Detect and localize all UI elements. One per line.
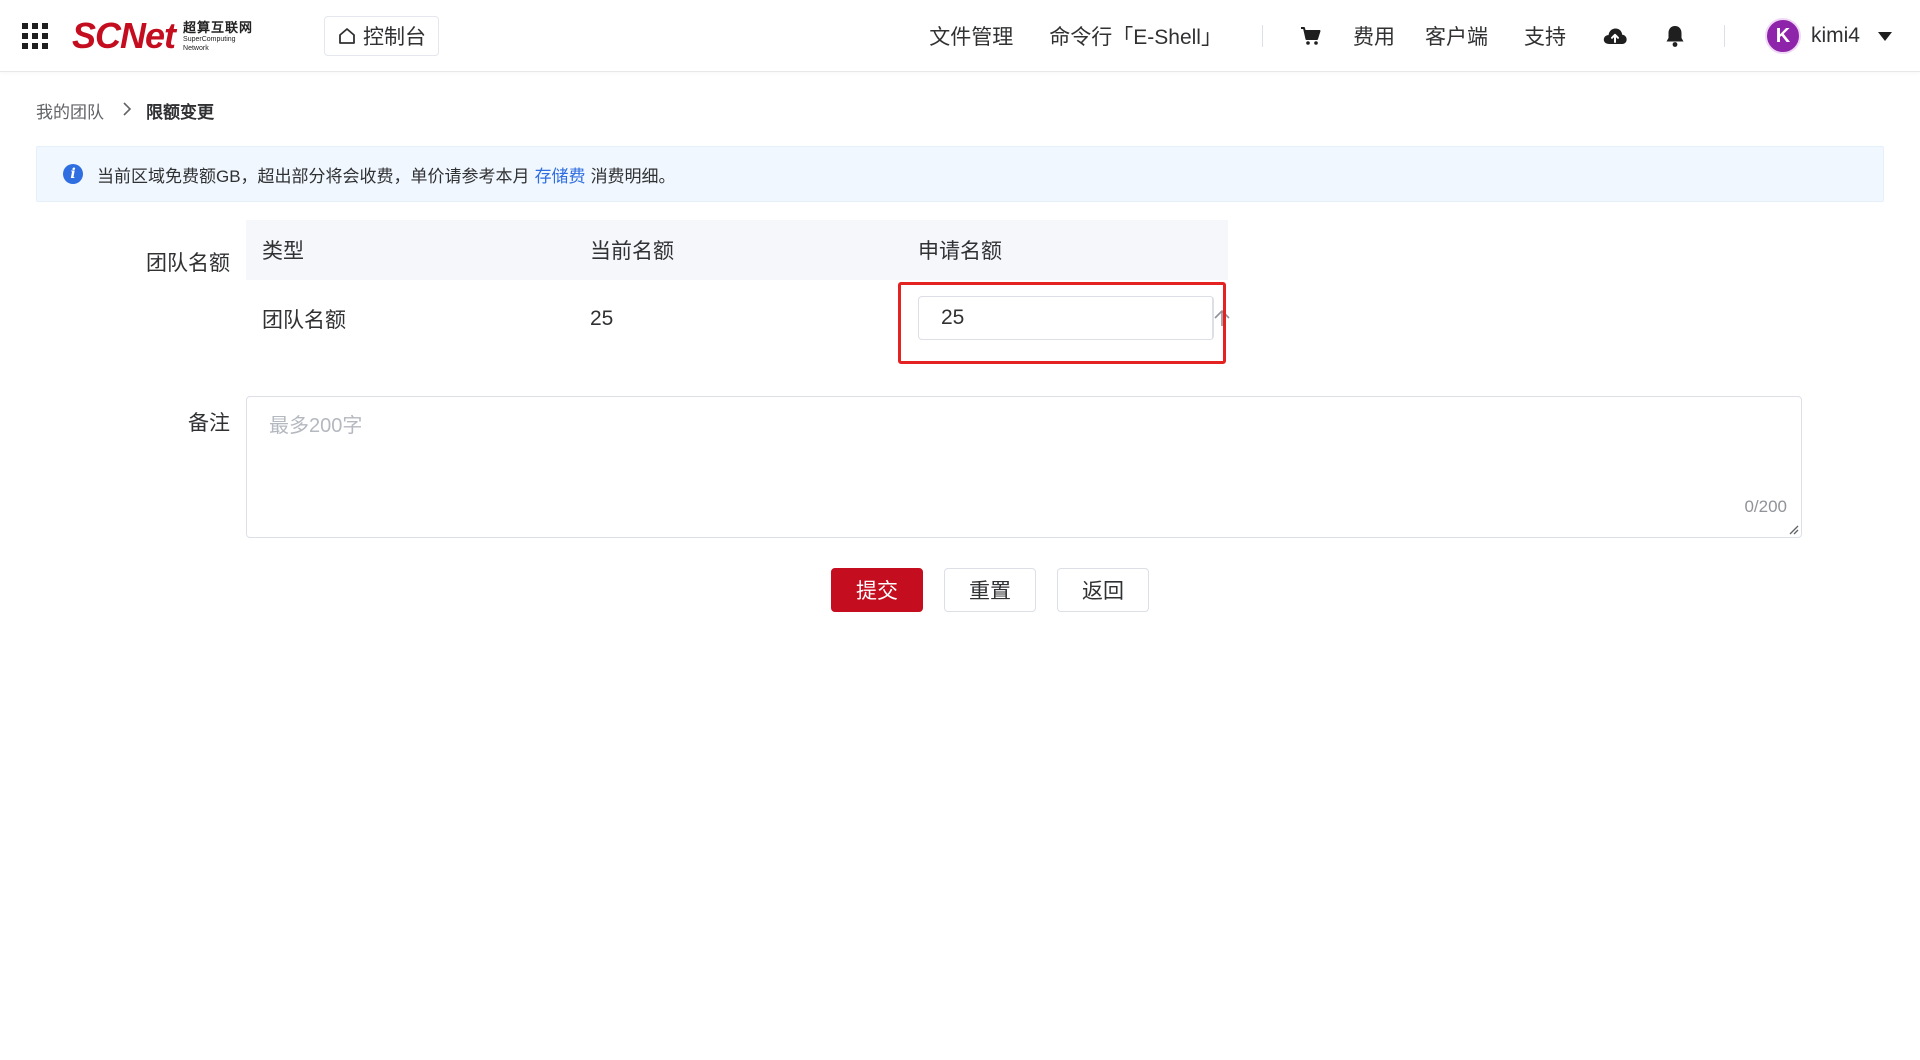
alert-text-after: 消费明细。 <box>590 166 676 186</box>
column-header-current: 当前名额 <box>590 240 674 263</box>
nav-divider <box>1261 25 1263 47</box>
back-button[interactable]: 返回 <box>1057 568 1149 612</box>
table-header: 类型 当前名额 申请名额 <box>246 220 1228 280</box>
storage-fee-link[interactable]: 存储费 <box>535 162 586 187</box>
logo-en-text-1: SuperComputing <box>183 35 236 43</box>
team-quota-label: 团队名额 <box>146 252 230 275</box>
cell-type: 团队名额 <box>262 309 346 332</box>
remark-textarea[interactable] <box>247 397 1801 537</box>
remark-label: 备注 <box>188 412 230 435</box>
scnet-logo[interactable]: SCNet 超算互联网 SuperComputing Network <box>72 14 253 58</box>
cell-current-quota: 25 <box>590 307 614 330</box>
user-name: kimi4 <box>1810 24 1860 47</box>
nav-file-manage[interactable]: 文件管理 <box>929 21 1013 51</box>
nav-eshell[interactable]: 命令行「E-Shell」 <box>1049 21 1222 51</box>
breadcrumb-my-team[interactable]: 我的团队 <box>36 98 104 123</box>
bell-icon[interactable] <box>1664 24 1686 48</box>
home-icon <box>339 28 355 44</box>
requested-quota-input <box>918 296 1230 340</box>
cart-icon[interactable] <box>1299 24 1323 48</box>
logo-subtitle: 超算互联网 SuperComputing Network <box>183 21 253 52</box>
console-button[interactable]: 控制台 <box>324 16 439 56</box>
nav-fees[interactable]: 费用 <box>1353 21 1395 51</box>
submit-button[interactable]: 提交 <box>831 568 923 612</box>
top-header: SCNet 超算互联网 SuperComputing Network 控制台 文… <box>0 0 1920 72</box>
avatar: K <box>1764 18 1801 54</box>
reset-button[interactable]: 重置 <box>944 568 1036 612</box>
remark-textarea-wrapper: 0/200 <box>246 396 1802 538</box>
info-alert: i 当前区域免费额GB，超出部分将会收费，单价请参考本月 存储费 消费明细。 <box>36 146 1884 202</box>
nav-support[interactable]: 支持 <box>1524 21 1566 51</box>
info-icon: i <box>63 164 83 184</box>
logo-en-text-2: Network <box>183 44 209 52</box>
logo-text: SCNet <box>72 15 176 56</box>
chevron-right-icon <box>122 100 132 121</box>
nav-client[interactable]: 客户端 <box>1425 21 1488 51</box>
apps-grid-icon[interactable] <box>22 23 48 49</box>
increase-button[interactable] <box>1212 297 1231 339</box>
requested-quota-field[interactable] <box>919 297 1212 339</box>
char-counter: 0/200 <box>1744 497 1787 516</box>
caret-down-icon <box>1878 31 1892 41</box>
user-menu[interactable]: K kimi4 <box>1764 18 1892 54</box>
cloud-upload-icon[interactable] <box>1602 25 1628 47</box>
console-label: 控制台 <box>363 26 426 49</box>
breadcrumb-current: 限额变更 <box>146 102 214 122</box>
column-header-type: 类型 <box>262 240 304 263</box>
nav-divider <box>1723 25 1725 47</box>
alert-text: 当前区域免费额GB，超出部分将会收费，单价请参考本月 <box>97 166 530 186</box>
top-nav: 文件管理 命令行「E-Shell」 费用 客户端 支持 K kimi4 <box>929 0 1920 72</box>
column-header-requested: 申请名额 <box>918 240 1002 263</box>
breadcrumb: 我的团队 限额变更 <box>36 96 214 124</box>
resize-handle-icon[interactable] <box>1787 523 1799 535</box>
arrow-up-icon <box>1214 310 1230 326</box>
logo-cn-text: 超算互联网 <box>183 19 254 35</box>
